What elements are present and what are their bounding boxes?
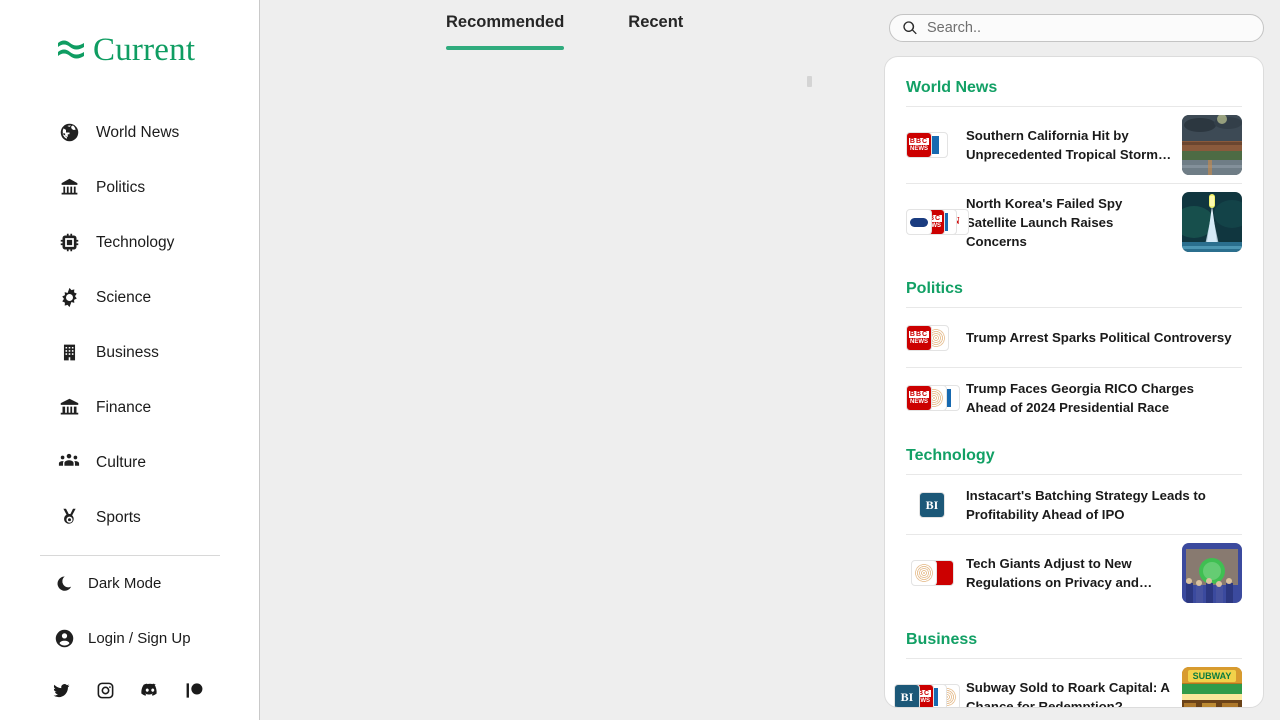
microchip-icon: [58, 232, 80, 254]
instagram-icon[interactable]: [96, 681, 115, 700]
business-insider-favicon: BI: [894, 684, 920, 707]
login-signup-button[interactable]: Login / Sign Up: [0, 611, 259, 666]
bbc-favicon: BBCNEWS: [906, 324, 932, 351]
sidebar-item-finance[interactable]: Finance: [0, 380, 259, 435]
story-title: North Korea's Failed Spy Satellite Launc…: [966, 195, 1123, 249]
sidebar-item-label: Finance: [96, 398, 152, 416]
bbc-favicon: BBCNEWS: [906, 384, 932, 411]
story-item[interactable]: BBC NEWS Trump Faces Georgia RICO Charges…: [906, 367, 1242, 427]
people-group-icon: [58, 452, 80, 474]
source-favicons: BBC NEWS: [906, 384, 960, 411]
brand-name: Current: [93, 32, 196, 68]
source-favicons: BBC NEWS: [906, 324, 958, 351]
story-title: Trump Faces Georgia RICO Charges Ahead o…: [966, 380, 1194, 415]
section-title-politics: Politics: [906, 280, 963, 297]
right-rail: World News BBCNEWS Southern California H…: [878, 0, 1280, 720]
bbc-favicon: BBCNEWS: [906, 132, 932, 158]
sidebar-item-label: Science: [96, 288, 152, 306]
sidebar-item-label: Business: [96, 343, 159, 361]
story-title: Instacart's Batching Strategy Leads to P…: [966, 487, 1206, 522]
feed-loading-indicator: [807, 76, 812, 87]
sidebar-item-label: Technology: [96, 233, 175, 251]
nyt-favicon: [911, 560, 937, 586]
source-favicons: BI BBC NEWS: [894, 684, 960, 707]
sidebar: Current World News Politics Technology S…: [0, 0, 260, 720]
story-thumbnail: [1182, 115, 1242, 175]
story-item[interactable]: BBC NEWS Southern California Hit by Unpre…: [906, 106, 1242, 183]
story-item[interactable]: BI Instacart's Batching Strategy Leads t…: [906, 474, 1242, 534]
globe-icon: [58, 122, 80, 144]
story-item[interactable]: Tech Giants Adjust to New Regulations on…: [906, 534, 1242, 611]
story-thumbnail: [1182, 192, 1242, 252]
sidebar-nav: World News Politics Technology Science B…: [0, 105, 259, 545]
sidebar-item-label: Sports: [96, 508, 141, 526]
sidebar-item-sports[interactable]: Sports: [0, 490, 259, 545]
app-root: Current World News Politics Technology S…: [0, 0, 1280, 720]
story-title: Tech Giants Adjust to New Regulations on…: [966, 556, 1153, 590]
story-item[interactable]: BBCNEWS N North Korea's Failed Spy Satel…: [906, 183, 1242, 260]
sidebar-item-world-news[interactable]: World News: [0, 105, 259, 160]
source-favicons: BI: [906, 491, 958, 518]
story-thumbnail: [1182, 543, 1242, 603]
atom-icon: [58, 287, 80, 309]
search-icon: [902, 20, 918, 36]
medal-icon: [58, 507, 80, 529]
search-bar[interactable]: [889, 14, 1264, 42]
section-title-business: Business: [906, 631, 978, 648]
search-input[interactable]: [927, 20, 1247, 36]
tab-active-underline: [628, 46, 683, 50]
story-item[interactable]: BBC NEWS Trump Arrest Sparks Political Co…: [906, 307, 1242, 367]
sidebar-item-science[interactable]: Science: [0, 270, 259, 325]
sidebar-item-business[interactable]: Business: [0, 325, 259, 380]
social-links: [0, 680, 259, 700]
twitter-icon[interactable]: [52, 681, 71, 700]
patreon-icon[interactable]: [185, 681, 204, 700]
brand-logo[interactable]: Current: [0, 0, 259, 67]
sidebar-item-label: Culture: [96, 453, 146, 471]
svg-text:SUBWAY: SUBWAY: [1193, 671, 1232, 681]
tab-recommended[interactable]: Recommended: [446, 12, 565, 50]
sidebar-item-label: World News: [96, 123, 180, 141]
moon-icon: [53, 573, 75, 595]
dark-mode-label: Dark Mode: [88, 575, 162, 592]
tab-active-underline: [446, 46, 565, 50]
source-favicons: BBCNEWS N: [906, 209, 969, 235]
story-thumbnail: SUBWAY: [1182, 667, 1242, 707]
story-title: Subway Sold to Roark Capital: A Chance f…: [966, 680, 1170, 708]
business-insider-favicon: BI: [919, 491, 945, 518]
story-title: Southern California Hit by Unprecedented…: [966, 128, 1172, 162]
news-panel[interactable]: World News BBC NEWS Southern California H…: [884, 56, 1264, 708]
login-signup-label: Login / Sign Up: [88, 630, 191, 647]
sidebar-item-label: Politics: [96, 178, 146, 196]
story-title: Trump Arrest Sparks Political Controvers…: [966, 330, 1232, 345]
dark-mode-toggle[interactable]: Dark Mode: [0, 556, 259, 611]
sidebar-item-technology[interactable]: Technology: [0, 215, 259, 270]
section-title-technology: Technology: [906, 447, 995, 464]
source-favicons: [906, 560, 958, 586]
tab-label: Recent: [628, 13, 684, 31]
bank-icon: [58, 397, 80, 419]
wave-braid-logo-icon: [56, 38, 86, 64]
sidebar-item-culture[interactable]: Culture: [0, 435, 259, 490]
reuters-favicon: [906, 209, 932, 235]
discord-icon[interactable]: [140, 680, 160, 700]
section-title-world-news: World News: [906, 79, 998, 96]
tab-recent[interactable]: Recent: [628, 12, 683, 50]
source-favicons: BBC NEWS: [906, 132, 958, 158]
tab-label: Recommended: [446, 13, 565, 31]
story-item[interactable]: BI BBC NEWS Subway Sold to Roark Capital:…: [894, 658, 1242, 708]
government-building-icon: [58, 177, 80, 199]
sidebar-item-politics[interactable]: Politics: [0, 160, 259, 215]
account-circle-icon: [53, 628, 75, 650]
office-building-icon: [58, 342, 80, 364]
main-content: Recommended Recent World News: [260, 0, 1280, 720]
news-panel-inner: World News BBC NEWS Southern California H…: [885, 57, 1263, 708]
